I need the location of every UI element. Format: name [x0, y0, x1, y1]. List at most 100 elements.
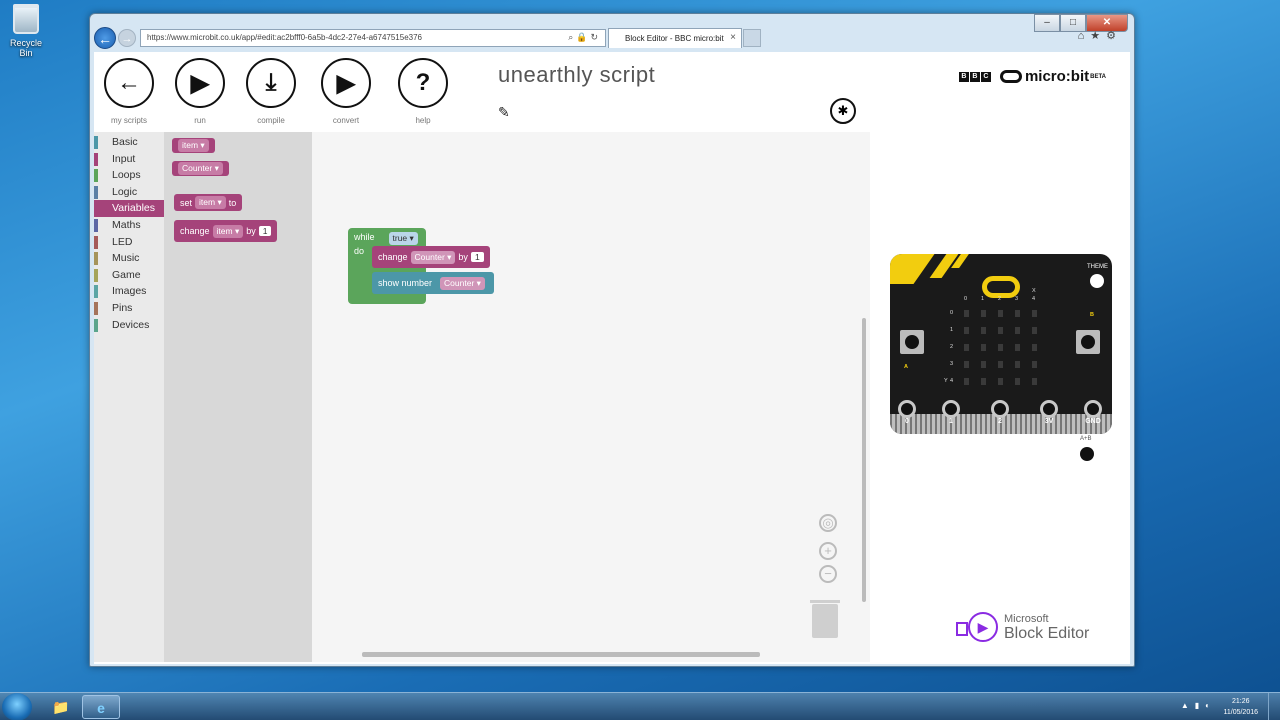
variable-item-block[interactable]: item ▾ [172, 138, 215, 153]
browser-forward-button[interactable]: → [118, 29, 136, 47]
new-tab-button[interactable] [743, 29, 761, 47]
change-counter-block[interactable]: change Counter ▾ by 1 [372, 246, 490, 268]
variable-item-dropdown[interactable]: item ▾ [178, 139, 209, 152]
program-change-value-input[interactable]: 1 [470, 252, 484, 262]
pin-gnd[interactable]: GND [1084, 400, 1102, 430]
convert-button[interactable]: ▶ convert [319, 58, 373, 125]
category-color-bar [94, 218, 98, 232]
change-variable-block[interactable]: change item ▾ by 1 [174, 220, 278, 242]
toolbox-category-logic[interactable]: Logic [94, 184, 164, 201]
pin-label: GND [1085, 418, 1101, 425]
toolbox-category-led[interactable]: LED [94, 234, 164, 251]
toolbox-category-devices[interactable]: Devices [94, 317, 164, 334]
ab-button[interactable] [1080, 447, 1094, 461]
my-scripts-button[interactable]: ← my scripts [102, 58, 156, 125]
category-color-bar [94, 169, 98, 183]
theme-toggle[interactable] [1090, 274, 1104, 288]
microbit-simulator: THEME 01234X01234Y A B 0 1 2 3V GND [890, 254, 1112, 434]
pin-2[interactable]: 2 [991, 400, 1009, 430]
toolbox-category-variables[interactable]: Variables [94, 200, 164, 217]
script-title[interactable]: unearthly script [498, 62, 655, 88]
toolbox-category-basic[interactable]: Basic [94, 134, 164, 151]
internet-explorer-icon[interactable]: e [82, 695, 120, 719]
trash-icon[interactable] [810, 600, 840, 638]
show-number-block[interactable]: show number Counter ▾ [372, 272, 494, 294]
button-a[interactable] [900, 330, 924, 354]
tab-close-icon[interactable]: × [730, 32, 736, 43]
toolbox-category-music[interactable]: Music [94, 250, 164, 267]
toolbox-category-pins[interactable]: Pins [94, 300, 164, 317]
show-number-variable-dropdown[interactable]: Counter ▾ [440, 276, 485, 290]
change-by-label: by [246, 226, 256, 236]
pencil-icon[interactable]: ✎ [498, 104, 510, 121]
led [981, 327, 986, 334]
start-button[interactable] [2, 693, 32, 720]
browser-nav-bar: ← → https://www.microbit.co.uk/app/#edit… [94, 26, 1130, 50]
url-text: https://www.microbit.co.uk/app/#edit:ac2… [147, 33, 422, 42]
blocks-workspace[interactable]: Basic Input Loops Logic Variables Maths LED Mus… [94, 132, 870, 662]
pin-1[interactable]: 1 [942, 400, 960, 430]
microbit-logo-icon[interactable] [982, 276, 1020, 298]
toolbox-category-game[interactable]: Game [94, 267, 164, 284]
do-label: do [354, 246, 365, 256]
led [998, 310, 1003, 317]
variable-counter-dropdown[interactable]: Counter ▾ [178, 162, 223, 175]
pin-label: 1 [949, 418, 953, 425]
compile-button[interactable]: ⤓ compile [244, 58, 298, 125]
show-desktop-button[interactable] [1268, 693, 1280, 720]
theme-label: THEME [1087, 264, 1108, 270]
variable-counter-block[interactable]: Counter ▾ [172, 161, 229, 176]
toolbox-category-input[interactable]: Input [94, 151, 164, 168]
set-variable-block[interactable]: set item ▾ to [174, 194, 243, 211]
address-bar[interactable]: https://www.microbit.co.uk/app/#edit:ac2… [140, 29, 606, 47]
microbit-logo: micro:bit BETA [999, 68, 1106, 85]
led [1015, 327, 1020, 334]
change-variable-text: item [216, 225, 233, 236]
file-explorer-icon[interactable]: 📁 [42, 695, 80, 719]
pin-label: 0 [905, 418, 909, 425]
zoom-out-icon[interactable]: − [819, 565, 837, 583]
led-row-label: 3 [950, 361, 954, 367]
pin-3v[interactable]: 3V [1040, 400, 1058, 430]
toolbox-category-loops[interactable]: Loops [94, 167, 164, 184]
change-value-input[interactable]: 1 [258, 226, 272, 236]
clock[interactable]: 21:26 11/05/2016 [1223, 696, 1258, 718]
browser-tab[interactable]: Block Editor - BBC micro:bit × [608, 28, 742, 48]
led [1032, 378, 1037, 385]
pin-0[interactable]: 0 [898, 400, 916, 430]
address-controls-icon[interactable]: ⌕🔒↻ [568, 32, 601, 43]
program-change-variable-dropdown[interactable]: Counter ▾ [410, 250, 456, 264]
change-label: change [180, 226, 210, 236]
change-variable-dropdown[interactable]: item ▾ [212, 224, 244, 238]
browser-back-button[interactable]: ← [94, 27, 116, 49]
recycle-bin-icon[interactable]: Recycle Bin [4, 4, 48, 58]
program-change-by-label: by [458, 252, 468, 262]
zoom-in-icon[interactable]: + [819, 542, 837, 560]
led [1032, 344, 1037, 351]
help-label: help [415, 116, 431, 125]
microsoft-label: Microsoft [1004, 613, 1049, 625]
category-color-bar [94, 152, 98, 166]
clock-time: 21:26 [1231, 698, 1250, 705]
set-to-label: to [228, 197, 237, 208]
blocks-canvas[interactable]: while true ▾ do change Counter ▾ by 1 sh… [312, 132, 870, 662]
category-label: Input [112, 152, 136, 165]
help-button[interactable]: ? help [396, 58, 450, 125]
toolbox-category-maths[interactable]: Maths [94, 217, 164, 234]
run-button[interactable]: ▶ run [173, 58, 227, 125]
bug-icon[interactable]: ✱ [830, 98, 856, 124]
recenter-icon[interactable]: ◎ [819, 514, 837, 532]
set-variable-dropdown[interactable]: item ▾ [195, 196, 226, 209]
toolbox-category-images[interactable]: Images [94, 283, 164, 300]
horizontal-scrollbar[interactable] [362, 652, 760, 657]
vertical-scrollbar[interactable] [862, 318, 866, 602]
compile-label: compile [257, 116, 285, 125]
while-condition-dropdown[interactable]: true ▾ [388, 232, 418, 245]
category-color-bar [94, 185, 98, 199]
led-row-label: 0 [950, 310, 954, 316]
set-label: set [180, 197, 193, 208]
system-tray-icons[interactable]: ▲▮◐ [1181, 701, 1216, 710]
bbc-logo: B B C [958, 71, 992, 82]
browser-home-favorites-settings-icons[interactable]: ⌂★⚙ [1078, 29, 1122, 42]
button-b[interactable] [1076, 330, 1100, 354]
